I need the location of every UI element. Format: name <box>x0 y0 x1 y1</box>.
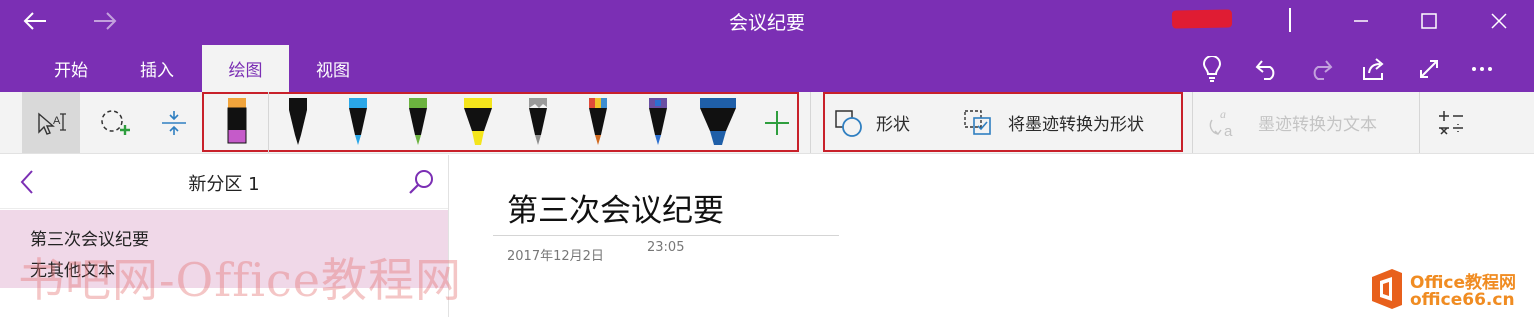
minimize-icon[interactable] <box>1346 6 1376 36</box>
page-item-title: 第三次会议纪要 <box>30 230 149 250</box>
note-title[interactable]: 第三次会议纪要 <box>507 185 724 230</box>
svg-text:A: A <box>53 115 61 127</box>
blue-pen-icon <box>349 98 367 145</box>
note-time: 23:05 <box>647 240 685 255</box>
galaxy-pen[interactable] <box>512 94 564 149</box>
insert-space-icon <box>162 110 186 135</box>
window-title: 会议纪要 <box>728 12 805 34</box>
page-list-item[interactable]: 第三次会议纪要 无其他文本 <box>0 210 448 288</box>
cosmic-pen[interactable] <box>632 94 684 149</box>
tab-draw[interactable]: 绘图 <box>202 45 289 92</box>
close-icon[interactable] <box>1484 6 1514 36</box>
ink-to-text-label: 墨迹转换为文本 <box>1258 115 1377 135</box>
title-bar: 会议纪要 开始 插入 绘图 视图 <box>0 0 1534 92</box>
black-pen-icon <box>289 98 307 145</box>
onenote-window: 会议纪要 开始 插入 绘图 视图 A 形状 将墨迹转换为形状 a a 墨迹转换为… <box>0 0 1534 317</box>
shapes-button[interactable]: 形状 <box>830 92 930 153</box>
svg-text:a: a <box>1224 123 1233 140</box>
yellow-highlighter[interactable] <box>452 94 504 149</box>
fullscreen-icon[interactable] <box>1413 53 1445 85</box>
ink-to-shape-icon <box>964 109 991 135</box>
tab-home[interactable]: 开始 <box>30 45 112 92</box>
share-icon[interactable] <box>1358 53 1390 85</box>
draw-ribbon: A 形状 将墨迹转换为形状 a a 墨迹转换为文本 <box>0 92 1534 154</box>
pens-divider <box>268 92 269 153</box>
user-name-redacted[interactable] <box>1171 9 1233 29</box>
undo-icon[interactable] <box>1251 53 1283 85</box>
rainbow-pen-icon <box>589 98 607 145</box>
redo-icon[interactable] <box>1305 53 1337 85</box>
ribbon-divider <box>1419 92 1420 153</box>
cosmic-pen-icon <box>649 98 667 145</box>
green-pen[interactable] <box>392 94 444 149</box>
highlighter-pen[interactable] <box>211 94 263 149</box>
section-title: 新分区 1 <box>188 174 260 195</box>
lasso-select-tool[interactable] <box>86 92 144 153</box>
cursor-text-icon: A <box>38 111 66 135</box>
lasso-add-icon <box>101 109 130 135</box>
math-icon <box>1439 110 1463 135</box>
ink-to-shape-button[interactable]: 将墨迹转换为形状 <box>962 92 1178 153</box>
forward-arrow-icon[interactable] <box>90 6 120 36</box>
navigation-pane: 新分区 1 第三次会议纪要 无其他文本 <box>0 155 449 317</box>
back-arrow-icon[interactable] <box>20 6 50 36</box>
ribbon-divider <box>1192 92 1193 153</box>
lightbulb-icon[interactable] <box>1196 53 1228 85</box>
note-title-underline <box>493 235 839 236</box>
maximize-icon[interactable] <box>1414 6 1444 36</box>
type-select-tool[interactable]: A <box>22 92 80 153</box>
ink-to-text-icon: a a <box>1209 107 1233 140</box>
rainbow-pen[interactable] <box>572 94 624 149</box>
blue-pen[interactable] <box>332 94 384 149</box>
tab-insert[interactable]: 插入 <box>116 45 198 92</box>
note-canvas[interactable]: 第三次会议纪要 2017年12月2日 23:05 <box>450 155 1534 317</box>
highlighter-pen-icon <box>227 98 247 144</box>
title-bar-divider <box>1289 8 1291 32</box>
math-button[interactable] <box>1428 92 1474 153</box>
plus-icon <box>765 110 789 135</box>
add-space-tool[interactable] <box>146 92 202 153</box>
add-pen-button[interactable] <box>756 92 798 153</box>
galaxy-pen-icon <box>529 98 547 145</box>
black-pen[interactable] <box>272 94 324 149</box>
ink-to-shape-label: 将墨迹转换为形状 <box>1008 115 1144 135</box>
note-date: 2017年12月2日 <box>507 249 604 264</box>
ribbon-divider <box>810 92 811 153</box>
tab-view[interactable]: 视图 <box>292 45 374 92</box>
search-icon[interactable] <box>404 165 438 199</box>
shapes-icon <box>835 109 862 137</box>
svg-text:a: a <box>1220 107 1226 121</box>
page-item-preview: 无其他文本 <box>30 261 115 281</box>
dark-blue-highlighter-icon <box>700 98 736 145</box>
more-options-icon[interactable] <box>1466 53 1498 85</box>
green-pen-icon <box>409 98 427 145</box>
ink-to-text-button[interactable]: a a 墨迹转换为文本 <box>1206 92 1406 153</box>
shapes-label: 形状 <box>876 115 910 135</box>
section-header: 新分区 1 <box>0 155 448 209</box>
dark-blue-highlighter[interactable] <box>692 94 744 149</box>
yellow-highlighter-icon <box>464 98 492 145</box>
